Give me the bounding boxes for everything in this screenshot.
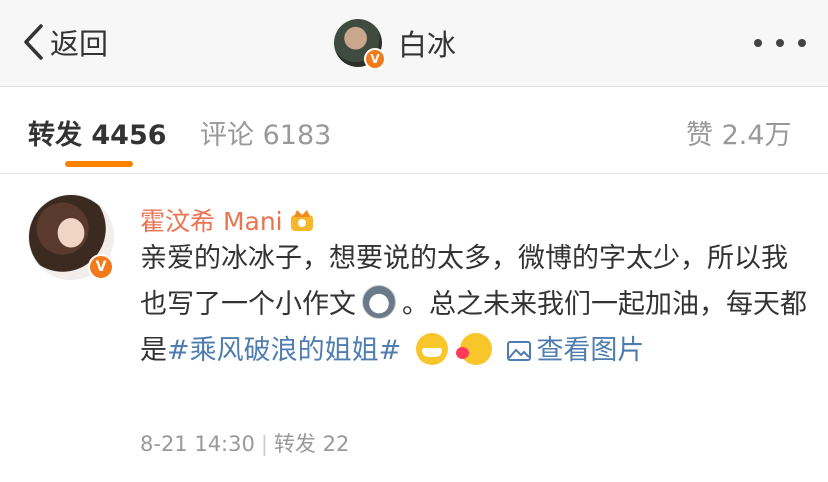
repost-item: V 霍汶希 Mani 亲爱的冰冰子，想要说的太多，微博的字太少，所以我也写了一个…: [0, 174, 828, 482]
post-content: 亲爱的冰冰子，想要说的太多，微博的字太少，所以我也写了一个小作文 。总之未来我们一…: [140, 236, 808, 374]
back-chevron-icon: [24, 24, 43, 60]
more-dots-icon[interactable]: [754, 32, 806, 54]
crown-icon: [290, 210, 313, 231]
back-button[interactable]: 返回: [22, 22, 108, 62]
kiss-emoji-icon: [455, 333, 492, 365]
meta-separator: |: [260, 432, 268, 456]
dot: [776, 39, 784, 47]
tab-bar: 转发 4456 评论 6183 赞 2.4万: [0, 87, 828, 174]
post-meta: 8-21 14:30 | 转发 22: [140, 428, 349, 458]
dot: [754, 39, 762, 47]
page-title: 白冰: [398, 28, 457, 62]
verified-badge-icon: V: [364, 48, 386, 70]
author-name[interactable]: 霍汶希 Mani: [140, 202, 315, 238]
avatar[interactable]: V: [334, 19, 386, 70]
view-picture-label: 查看图片: [536, 335, 645, 366]
verified-badge-icon: V: [88, 254, 114, 280]
grin-emoji-icon: [415, 333, 448, 365]
tab-comment[interactable]: 评论 6183: [200, 113, 331, 152]
post-date: 8-21 14:30: [140, 432, 255, 456]
post-repost-count[interactable]: 转发 22: [274, 432, 349, 456]
picture-icon: [507, 341, 532, 361]
back-label: 返回: [50, 27, 109, 61]
active-tab-indicator: [65, 161, 133, 167]
profile-header[interactable]: V 白冰: [334, 18, 457, 70]
view-picture-link[interactable]: 查看图片: [506, 335, 644, 366]
husky-emoji-icon: [362, 285, 396, 319]
navigation-bar: 返回 V 白冰: [0, 0, 828, 87]
author-name-text: 霍汶希 Mani: [140, 207, 283, 236]
dot: [798, 39, 806, 47]
tab-like[interactable]: 赞 2.4万: [686, 113, 792, 152]
tab-repost[interactable]: 转发 4456: [28, 113, 167, 152]
hashtag-link[interactable]: #乘风破浪的姐姐#: [167, 335, 401, 366]
